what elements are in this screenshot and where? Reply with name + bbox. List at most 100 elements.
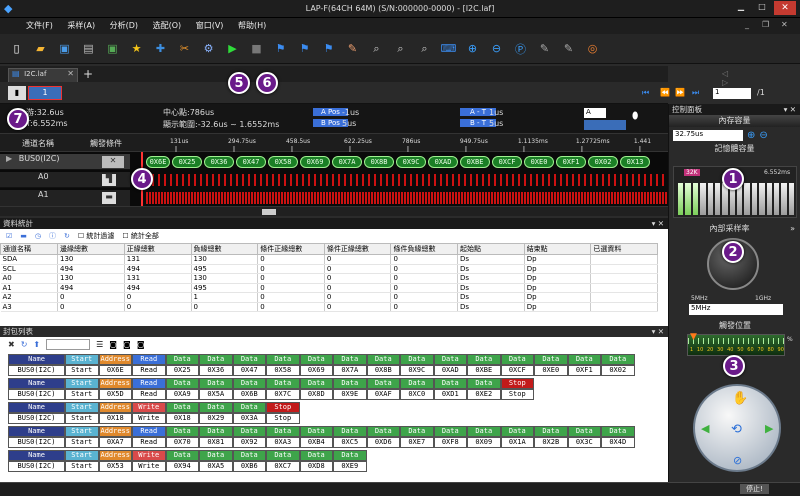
stats-row[interactable]: SCL 494 494 495 0 0 0 Ds Dp bbox=[0, 264, 658, 274]
menu-file[interactable]: 文件(F) bbox=[20, 18, 59, 33]
menu-options[interactable]: 选配(O) bbox=[147, 18, 188, 33]
pen-icon[interactable]: ✎ bbox=[344, 40, 361, 57]
bus-decode-bubble[interactable]: 0XCF bbox=[492, 156, 522, 168]
search-doc3-icon[interactable]: ⌕ bbox=[416, 40, 433, 57]
trigger-position-slider[interactable]: 1 10 20 30 40 50 60 70 80 90 ▼ bbox=[687, 332, 786, 356]
bus-decode-bubble[interactable]: 0XBE bbox=[460, 156, 490, 168]
stats-refresh-icon[interactable]: ↻ bbox=[64, 232, 70, 240]
search-doc2-icon[interactable]: ⌕ bbox=[392, 40, 409, 57]
first-page-icon[interactable]: ⏮ bbox=[642, 88, 649, 98]
tools-icon[interactable]: ✂ bbox=[176, 40, 193, 57]
new-tab-button[interactable]: + bbox=[83, 67, 93, 81]
packet-item[interactable]: Name Start Address Read Data Data Data Data Data… bbox=[8, 426, 668, 448]
hand-up-icon[interactable]: ✋ bbox=[732, 391, 748, 406]
page-number-input[interactable]: 1 bbox=[713, 88, 751, 99]
stats-row[interactable]: A0 130 131 130 0 0 0 Ds Dp bbox=[0, 273, 658, 284]
bus-decode-bubble[interactable]: 0X8B bbox=[364, 156, 394, 168]
filter-checkbox[interactable]: ☐ 統計過濾 bbox=[78, 231, 115, 241]
falling-edge-trigger-icon[interactable]: ▜ bbox=[102, 174, 116, 186]
bus-decode-bubble[interactable]: 0X9C bbox=[396, 156, 426, 168]
bus-decode-bubble[interactable]: 0X25 bbox=[172, 156, 202, 168]
packet-value-row[interactable]: BUS0(I2C) Start 0XA7 Read 0X70 0X81 0X92 0XA3 0X… bbox=[8, 437, 668, 448]
rate-expand-icon[interactable]: » bbox=[790, 223, 795, 234]
find-prev-icon[interactable]: ◙ bbox=[123, 340, 131, 349]
packet-value-row[interactable]: BUS0(I2C) Start 0X53 Write 0X94 0XA5 0XB6 0XC7 0… bbox=[8, 461, 668, 472]
stop-icon[interactable]: ■ bbox=[248, 40, 265, 57]
stats-column-header[interactable]: 邊緣總數 bbox=[57, 243, 125, 255]
packet-item[interactable]: Name Start Address Write Data Data Data Data Dat… bbox=[8, 450, 668, 472]
marker-drop-icon[interactable]: ⬮ bbox=[632, 111, 638, 122]
puzzle-icon[interactable]: ✚ bbox=[152, 40, 169, 57]
search-doc-icon[interactable]: ⌕ bbox=[368, 40, 385, 57]
level-trigger-icon[interactable]: ▬ bbox=[102, 192, 116, 204]
tab-nav-icons[interactable]: ◁ ▷ bbox=[722, 69, 728, 87]
stats-column-header[interactable]: 通道名稱 bbox=[0, 243, 59, 255]
minimize-button[interactable]: ▁ bbox=[731, 2, 751, 15]
binoculars-icon[interactable]: ◙ bbox=[109, 340, 117, 349]
check-all-icon[interactable]: ☑ bbox=[6, 232, 12, 240]
bus-decode-bubble[interactable]: 0X13 bbox=[620, 156, 650, 168]
maximize-button[interactable]: □ bbox=[752, 2, 772, 15]
marker-a-icon[interactable]: ⚑ bbox=[272, 40, 289, 57]
open-folder-icon[interactable]: ▰ bbox=[32, 40, 49, 57]
mdi-close-button[interactable]: ✕ bbox=[781, 20, 788, 29]
marker-b-icon[interactable]: ⚑ bbox=[296, 40, 313, 57]
packet-value-row[interactable]: BUS0(I2C) Start 0X18 Write 0X18 0X29 0X3A Stop bbox=[8, 413, 668, 424]
refresh-icon[interactable]: ↻ bbox=[21, 340, 28, 349]
arrow-right-icon[interactable]: ▶ bbox=[765, 422, 773, 435]
bus-trigger-icon[interactable]: ✕ bbox=[102, 156, 124, 168]
last-page-icon[interactable]: ⏭ bbox=[692, 88, 699, 98]
mem-zoom-out-icon[interactable]: ⊖ bbox=[759, 130, 767, 141]
stats-column-header[interactable]: 負緣總數 bbox=[190, 243, 259, 255]
center-reset-icon[interactable]: ⟲ bbox=[731, 422, 742, 437]
keyboard-icon[interactable]: ⌨ bbox=[440, 40, 457, 57]
tab-close-icon[interactable]: ✕ bbox=[67, 69, 74, 78]
prev-page-icon[interactable]: ⏪ bbox=[660, 88, 670, 97]
navigation-dial[interactable]: ✋ ◀ ▶ ⟲ ⊘ bbox=[693, 384, 781, 472]
mdi-restore-button[interactable]: ❐ bbox=[762, 20, 769, 29]
bus-decode-bubble[interactable]: 0X69 bbox=[300, 156, 330, 168]
stats-close-icon[interactable]: ▾ ✕ bbox=[652, 219, 664, 228]
zoom-out-icon[interactable]: ⊖ bbox=[488, 40, 505, 57]
stats-column-header[interactable]: 起始點 bbox=[457, 243, 525, 255]
channel-row-bus0[interactable]: ▶ BUS0(I2C) ✕ bbox=[0, 154, 130, 170]
packet-item[interactable]: Name Start Address Write Data Data Data Stop BUS… bbox=[8, 402, 668, 424]
stats-column-header[interactable]: 正緣總數 bbox=[123, 243, 192, 255]
packet-header-row[interactable]: Name Start Address Read Data Data Data Data Data… bbox=[8, 378, 668, 389]
mdi-minimize-button[interactable]: _ bbox=[745, 20, 749, 29]
save-as-icon[interactable]: ▣ bbox=[104, 40, 121, 57]
menu-sample[interactable]: 采样(A) bbox=[61, 18, 101, 33]
list-icon[interactable]: ☰ bbox=[96, 340, 103, 349]
next-page-icon[interactable]: ⏩ bbox=[675, 88, 685, 97]
stats-column-header[interactable]: 條件正緣總數 bbox=[323, 243, 392, 255]
bus-decode-bubble[interactable]: 0X02 bbox=[588, 156, 618, 168]
lifebuoy-icon[interactable]: ◎ bbox=[584, 40, 601, 57]
packet-value-row[interactable]: BUS0(I2C) Start 0X5D Read 0XA9 0X5A 0X6B 0X7C 0X… bbox=[8, 389, 668, 400]
all-checkbox[interactable]: ☐ 統計全部 bbox=[122, 231, 159, 241]
cursor-select[interactable]: A bbox=[584, 108, 606, 118]
bus-decode-bubble[interactable]: 0X47 bbox=[236, 156, 266, 168]
expand-icon[interactable]: ▶ bbox=[6, 154, 12, 163]
marker-t-icon[interactable]: ⚑ bbox=[320, 40, 337, 57]
stats-minus-icon[interactable]: ▬ bbox=[20, 232, 27, 240]
close-button[interactable]: ✕ bbox=[774, 1, 796, 15]
zoom-in-icon[interactable]: ⊕ bbox=[464, 40, 481, 57]
packet-value-row[interactable]: BUS0(I2C) Start 0X6E Read 0X25 0X36 0X47 0X58 0X… bbox=[8, 365, 668, 376]
page-pin-button[interactable]: ▮ bbox=[8, 86, 26, 100]
stats-column-header[interactable]: 結束點 bbox=[523, 243, 592, 255]
bus-decode-bubble[interactable]: 0X7A bbox=[332, 156, 362, 168]
tab-i2c-file[interactable]: ▤ I2C.laf ✕ bbox=[8, 68, 78, 82]
new-file-icon[interactable]: ▯ bbox=[8, 40, 25, 57]
sample-rate-select[interactable]: 5MHz bbox=[689, 304, 783, 315]
probe2-icon[interactable]: ✎ bbox=[560, 40, 577, 57]
stats-row[interactable]: A1 494 494 495 0 0 0 Ds Dp bbox=[0, 283, 658, 293]
menu-help[interactable]: 帮助(H) bbox=[232, 18, 272, 33]
cursor-value-box[interactable] bbox=[584, 120, 626, 130]
packet-header-row[interactable]: Name Start Address Write Data Data Data Stop bbox=[8, 402, 668, 413]
save-icon[interactable]: ▣ bbox=[56, 40, 73, 57]
upload-icon[interactable]: ⬆ bbox=[33, 340, 40, 349]
panel-close-icon[interactable]: ▾ ✕ bbox=[784, 105, 796, 114]
packet-header-row[interactable]: Name Start Address Write Data Data Data Data Dat… bbox=[8, 450, 668, 461]
packet-header-row[interactable]: Name Start Address Read Data Data Data Data Data… bbox=[8, 426, 668, 437]
channel-row-a0[interactable]: A0 ▜ bbox=[0, 172, 130, 188]
